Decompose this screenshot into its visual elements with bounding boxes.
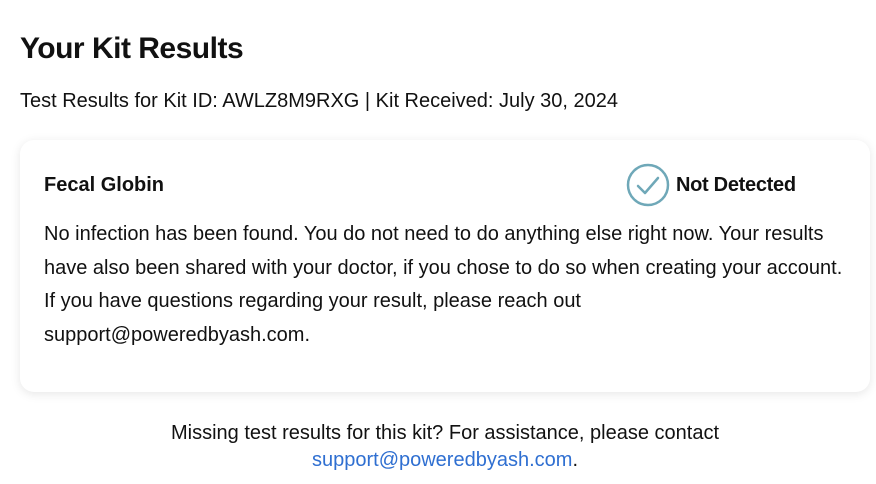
result-card: Fecal Globin Not Detected No infection h… [20, 140, 870, 392]
footer-text: Missing test results for this kit? For a… [171, 422, 719, 444]
footer-period: . [572, 449, 578, 471]
kit-results-page: Your Kit Results Test Results for Kit ID… [0, 0, 876, 484]
status-label: Not Detected [676, 173, 796, 196]
test-name: Fecal Globin [44, 174, 165, 196]
result-status: Not Detected [626, 162, 796, 208]
check-circle-icon [626, 163, 670, 207]
page-title: Your Kit Results [20, 32, 244, 65]
missing-results-footer: Missing test results for this kit? For a… [0, 420, 876, 474]
kit-info-subtitle: Test Results for Kit ID: AWLZ8M9RXG | Ki… [20, 90, 619, 112]
result-description: No infection has been found. You do not … [44, 223, 843, 346]
support-email-link[interactable]: support@poweredbyash.com [312, 449, 572, 471]
